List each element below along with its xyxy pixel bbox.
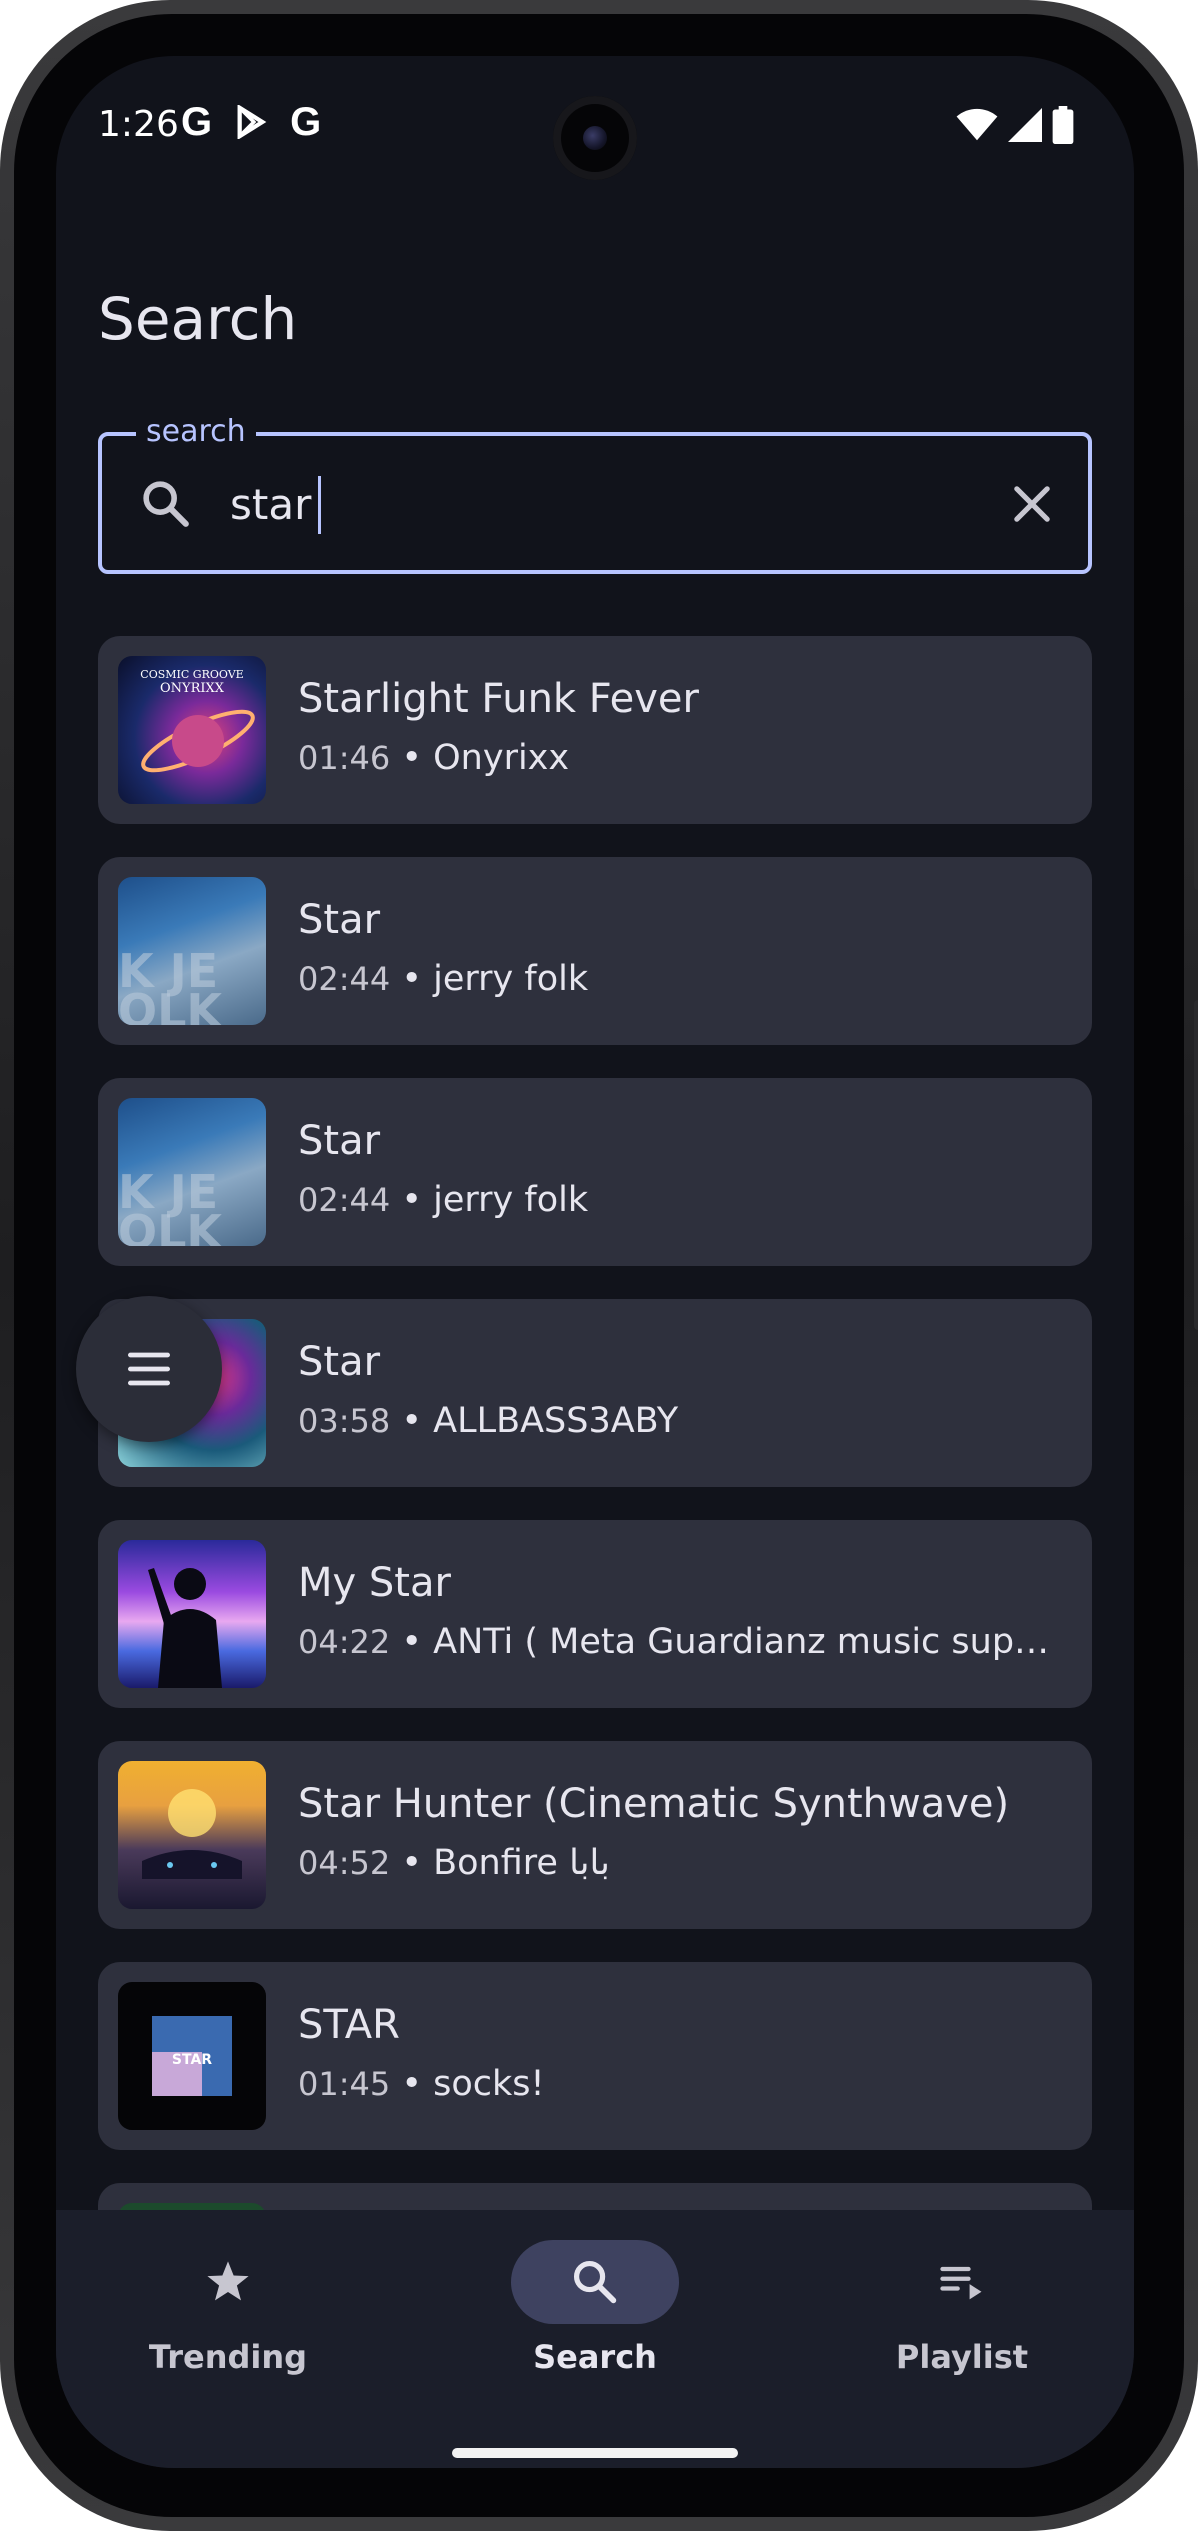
- signal-icon: [1008, 108, 1042, 142]
- svg-text:OLK: OLK: [118, 984, 224, 1025]
- track-title: Star: [298, 1118, 381, 1164]
- track-artist: jerry folk: [433, 1180, 589, 1220]
- track-artist: Bonfire بابا: [433, 1843, 610, 1883]
- status-notification-icons: G G: [181, 102, 321, 142]
- results-list: COSMIC GROOVE ONYRIXX Starlight Funk Feve…: [98, 636, 1092, 2243]
- album-art-star: STAR: [118, 1982, 266, 2130]
- track-meta: 04:52 • Bonfire بابا: [298, 1843, 610, 1883]
- google-icon: G: [181, 100, 213, 144]
- search-field[interactable]: search: [98, 414, 1092, 574]
- nav-item-search[interactable]: Search: [445, 2240, 745, 2376]
- nav-label: Playlist: [895, 2338, 1029, 2376]
- track-meta: 04:22 • ANTi ( Meta Guardianz music supe…: [298, 1622, 1058, 1662]
- menu-button[interactable]: [76, 1296, 222, 1442]
- search-icon: [573, 2260, 617, 2304]
- album-art-cosmic: COSMIC GROOVE ONYRIXX: [118, 656, 266, 804]
- text-cursor: [318, 476, 321, 534]
- track-item[interactable]: Star Hunter (Cinematic Synthwave) 04:52 …: [98, 1741, 1092, 1929]
- menu-icon: [128, 1352, 171, 1386]
- status-time: 1:26: [98, 104, 179, 145]
- track-artist: ANTi ( Meta Guardianz music supervi…: [433, 1622, 1058, 1662]
- track-duration: 04:22: [298, 1623, 391, 1661]
- nav-label: Trending: [148, 2338, 308, 2376]
- play-store-icon: [237, 105, 267, 139]
- track-title: My Star: [298, 1560, 451, 1606]
- search-label: search: [136, 414, 256, 450]
- active-indicator: [511, 2240, 679, 2324]
- track-duration: 01:45: [298, 2065, 391, 2103]
- track-meta: 02:44 • jerry folk: [298, 959, 589, 999]
- page-title: Search: [98, 284, 298, 353]
- phone-volume-button: [1194, 1000, 1198, 1330]
- search-icon: [143, 481, 189, 527]
- status-bar: 1:26 G G: [56, 56, 1134, 196]
- svg-text:ONYRIXX: ONYRIXX: [160, 681, 225, 696]
- status-system-icons: [956, 106, 1074, 144]
- track-title: Star: [298, 1339, 381, 1385]
- track-item[interactable]: STAR STAR 01:45 • socks!: [98, 1962, 1092, 2150]
- nav-item-trending[interactable]: Trending: [78, 2240, 378, 2376]
- track-duration: 02:44: [298, 960, 391, 998]
- track-item[interactable]: Star 03:58 • ALLBASS3ABY: [98, 1299, 1092, 1487]
- album-art-sunset: [118, 1761, 266, 1909]
- clear-icon[interactable]: [1006, 478, 1058, 530]
- screen: 1:26 G G Search search CO: [56, 56, 1134, 2468]
- nav-label: Search: [533, 2338, 657, 2376]
- album-art-blue: K JE OLK: [118, 1098, 266, 1246]
- bottom-navigation: Trending Search Playlist: [56, 2210, 1134, 2468]
- star-icon: [207, 2261, 249, 2301]
- track-artist: socks!: [433, 2064, 545, 2104]
- track-meta: 01:45 • socks!: [298, 2064, 545, 2104]
- album-art-neon: [118, 1540, 266, 1688]
- wifi-icon: [956, 108, 998, 141]
- track-duration: 02:44: [298, 1181, 391, 1219]
- track-title: Star Hunter (Cinematic Synthwave): [298, 1781, 1010, 1827]
- track-artist: Onyrixx: [433, 738, 570, 778]
- track-artist: ALLBASS3ABY: [433, 1401, 679, 1441]
- track-item[interactable]: K JE OLK Star 02:44 • jerry folk: [98, 857, 1092, 1045]
- home-indicator[interactable]: [452, 2448, 738, 2458]
- phone-power-button: [1194, 690, 1198, 890]
- nav-item-playlist[interactable]: Playlist: [812, 2240, 1112, 2376]
- search-input[interactable]: [230, 466, 910, 542]
- album-art-blue: K JE OLK: [118, 877, 266, 1025]
- svg-text:OLK: OLK: [118, 1205, 224, 1246]
- svg-text:COSMIC GROOVE: COSMIC GROOVE: [140, 668, 243, 681]
- track-item[interactable]: K JE OLK Star 02:44 • jerry folk: [98, 1078, 1092, 1266]
- track-title: Starlight Funk Fever: [298, 676, 699, 722]
- front-camera: [553, 96, 637, 180]
- track-duration: 03:58: [298, 1402, 391, 1440]
- svg-text:STAR: STAR: [172, 2052, 212, 2068]
- track-meta: 02:44 • jerry folk: [298, 1180, 589, 1220]
- track-meta: 01:46 • Onyrixx: [298, 738, 570, 778]
- google-icon: G: [290, 100, 322, 144]
- track-artist: jerry folk: [433, 959, 589, 999]
- track-title: Star: [298, 897, 381, 943]
- track-item[interactable]: My Star 04:22 • ANTi ( Meta Guardianz mu…: [98, 1520, 1092, 1708]
- phone-frame: 1:26 G G Search search CO: [0, 0, 1198, 2531]
- track-item[interactable]: COSMIC GROOVE ONYRIXX Starlight Funk Feve…: [98, 636, 1092, 824]
- track-duration: 01:46: [298, 739, 391, 777]
- battery-icon: [1052, 106, 1074, 144]
- playlist-icon: [940, 2266, 982, 2300]
- track-meta: 03:58 • ALLBASS3ABY: [298, 1401, 679, 1441]
- track-title: STAR: [298, 2002, 400, 2048]
- track-duration: 04:52: [298, 1844, 391, 1882]
